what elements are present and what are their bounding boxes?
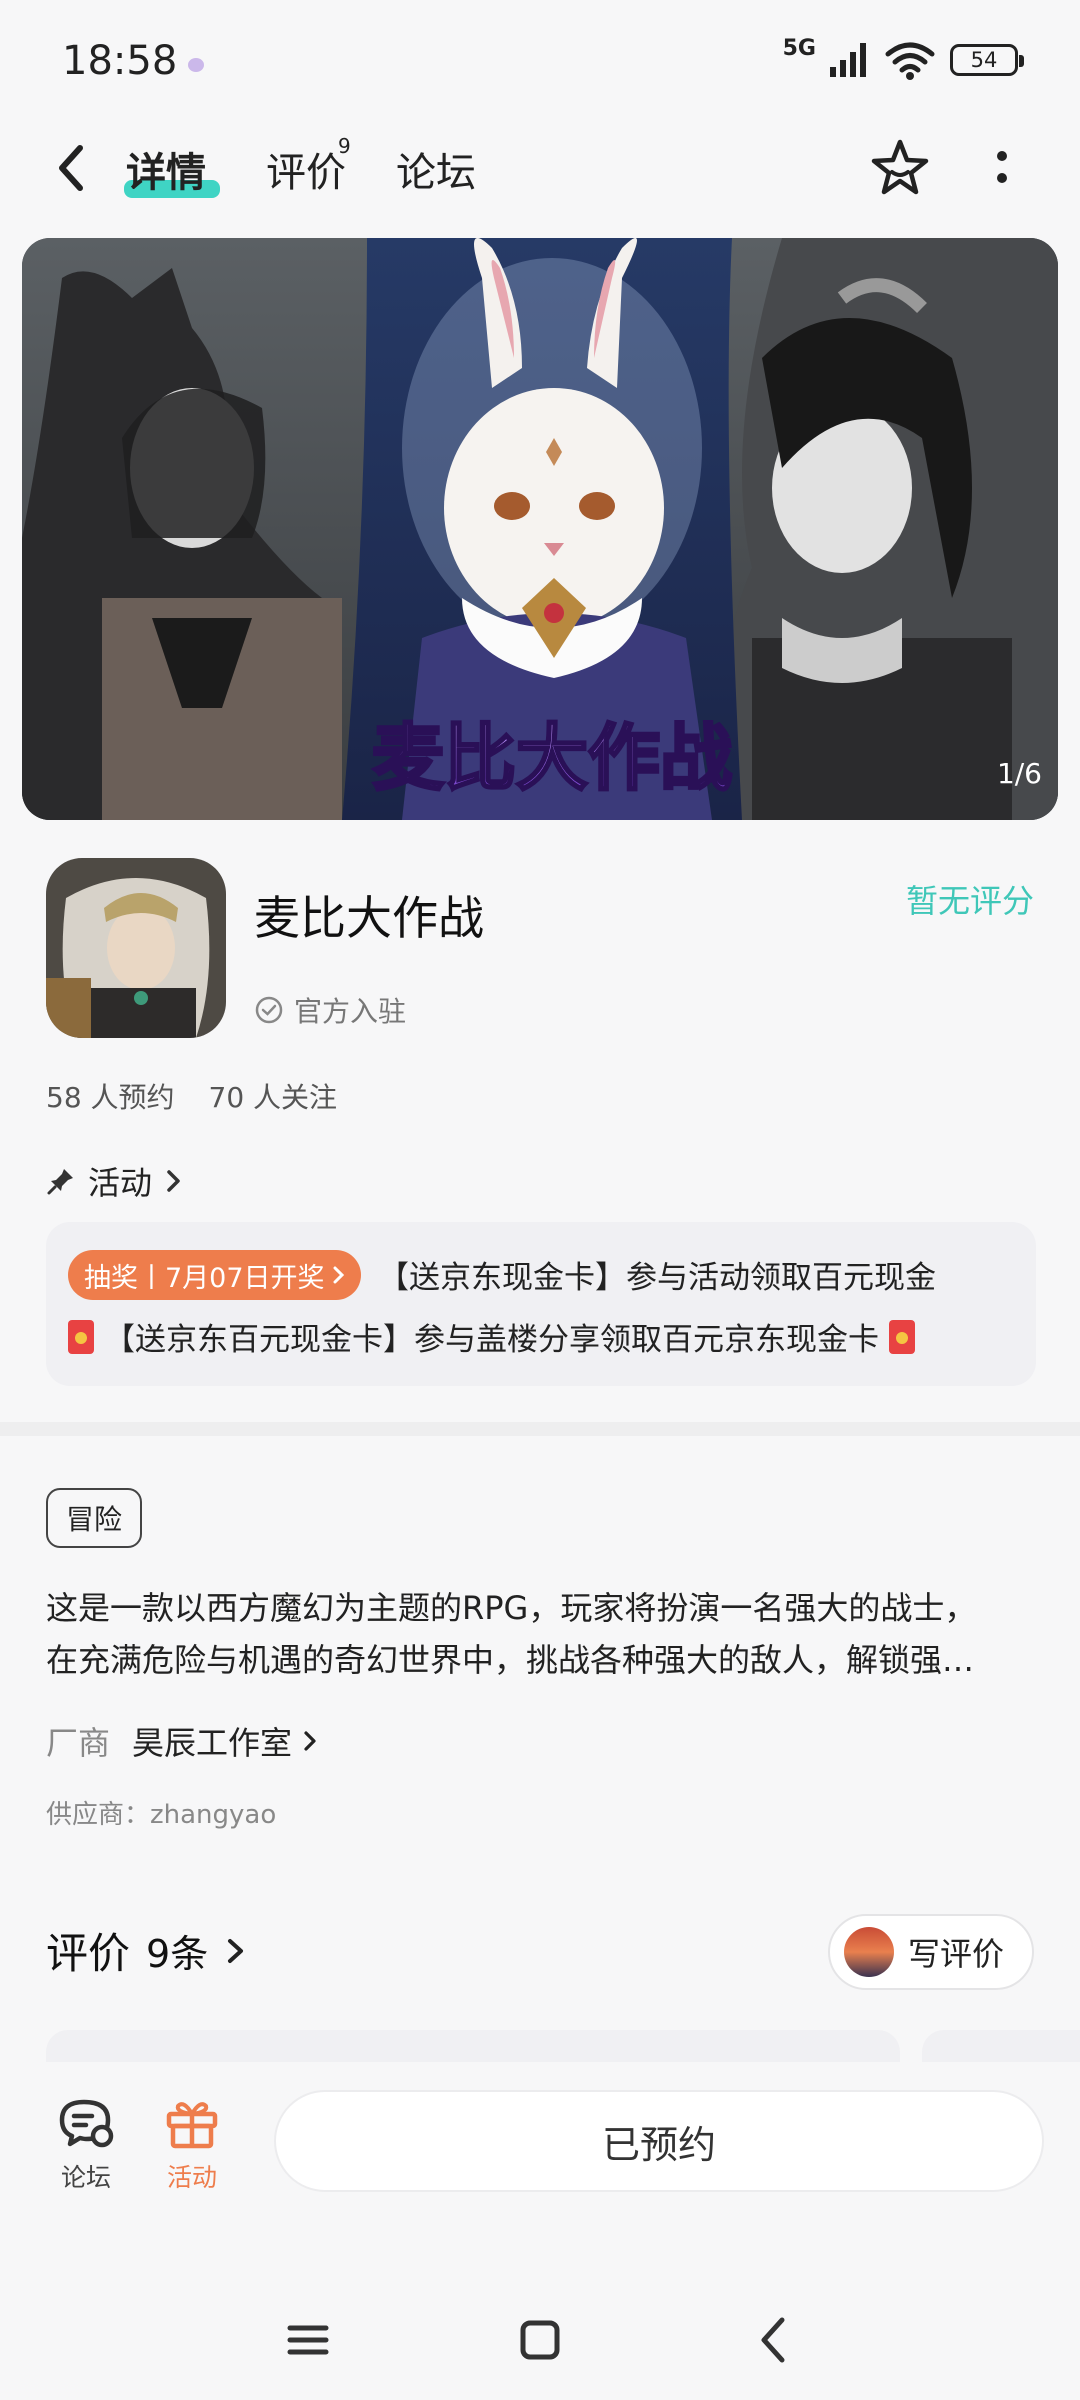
red-packet-icon bbox=[889, 1319, 915, 1354]
status-time: 18:58 bbox=[62, 38, 178, 84]
vendor-name-link[interactable]: 昊辰工作室 bbox=[132, 1718, 320, 1764]
back-arrow-icon[interactable] bbox=[44, 138, 104, 198]
rating-status: 暂无评分 bbox=[905, 882, 1034, 920]
vendor-label: 厂商 bbox=[46, 1724, 111, 1762]
official-badge: 官方入驻 bbox=[254, 990, 406, 1030]
battery-indicator: 54 bbox=[950, 44, 1024, 76]
description-line-1: 这是一款以西方魔幻为主题的RPG，玩家将扮演一名强大的战士， bbox=[46, 1589, 977, 1627]
activity-nav-label: 活动 bbox=[166, 2163, 217, 2192]
notification-dot-icon bbox=[188, 58, 204, 72]
tab-details[interactable]: 详情 bbox=[126, 140, 206, 198]
chevron-right-icon bbox=[304, 1731, 316, 1751]
signal-icon bbox=[830, 43, 866, 77]
chevron-right-icon bbox=[228, 1938, 244, 1963]
game-stats: 58 人预约 70 人关注 bbox=[46, 1076, 337, 1116]
game-app-icon bbox=[46, 858, 226, 1038]
banner-artwork: 麦比大作战 bbox=[22, 238, 1058, 820]
write-review-button[interactable]: 写评价 bbox=[827, 1914, 1034, 1990]
more-options-icon[interactable] bbox=[978, 140, 1026, 200]
activity-heading-label: 活动 bbox=[88, 1164, 153, 1202]
user-avatar bbox=[843, 1927, 894, 1977]
menu-nav-icon[interactable] bbox=[278, 2310, 338, 2370]
reservation-count: 58 人预约 bbox=[46, 1081, 175, 1114]
activity-line-1[interactable]: 【送京东现金卡】参与活动领取百元现金 bbox=[378, 1252, 936, 1297]
lottery-tag[interactable]: 抽奖丨7月07日开奖 bbox=[68, 1250, 361, 1300]
back-nav-icon[interactable] bbox=[744, 2310, 804, 2370]
section-divider bbox=[0, 1422, 1080, 1436]
check-circle-icon bbox=[255, 996, 283, 1024]
follower-count: 70 人关注 bbox=[208, 1081, 338, 1114]
home-nav-icon[interactable] bbox=[510, 2310, 570, 2370]
reviews-count: 9条 bbox=[146, 1932, 209, 1976]
banner-logo-text: 麦比大作战 bbox=[372, 716, 732, 800]
activity-card[interactable]: 抽奖丨7月07日开奖 【送京东现金卡】参与活动领取百元现金 【送京东百元现金卡】… bbox=[46, 1222, 1036, 1386]
forum-nav-button[interactable]: 论坛 bbox=[46, 2096, 126, 2194]
red-packet-icon bbox=[68, 1319, 94, 1354]
tab-reviews[interactable]: 评价 bbox=[266, 140, 346, 198]
wifi-icon bbox=[885, 42, 935, 80]
forum-chat-icon bbox=[59, 2099, 114, 2148]
pin-icon bbox=[47, 1169, 73, 1195]
banner-carousel[interactable]: 麦比大作战 1/6 bbox=[22, 238, 1058, 820]
favorite-star-icon[interactable] bbox=[868, 136, 932, 200]
gift-icon bbox=[166, 2102, 218, 2149]
game-title: 麦比大作战 bbox=[254, 891, 484, 945]
supplier-info: 供应商：zhangyao bbox=[46, 1800, 277, 1830]
tab-forum[interactable]: 论坛 bbox=[396, 140, 476, 198]
game-description[interactable]: 这是一款以西方魔幻为主题的RPG，玩家将扮演一名强大的战士， 在充满危险与机遇的… bbox=[46, 1582, 1036, 1686]
banner-page-indicator: 1/6 bbox=[996, 757, 1042, 790]
write-review-label: 写评价 bbox=[907, 1935, 1004, 1973]
chevron-right-icon bbox=[167, 1170, 180, 1192]
status-icons: 5G 54 bbox=[783, 36, 1024, 80]
reserved-button[interactable]: 已预约 bbox=[274, 2090, 1044, 2192]
network-type: 5G bbox=[782, 35, 816, 61]
activity-heading[interactable]: 活动 bbox=[46, 1158, 184, 1204]
reviews-title: 评价 bbox=[46, 1929, 131, 1978]
vendor-row[interactable]: 厂商 昊辰工作室 bbox=[46, 1718, 320, 1764]
activity-nav-button[interactable]: 活动 bbox=[152, 2096, 232, 2194]
forum-nav-label: 论坛 bbox=[60, 2163, 111, 2192]
genre-tag[interactable]: 冒险 bbox=[46, 1488, 143, 1548]
vendor-name: 昊辰工作室 bbox=[132, 1724, 293, 1762]
chevron-right-icon bbox=[333, 1266, 344, 1284]
reviews-tab-badge: 9 bbox=[338, 134, 351, 158]
activity-line-2[interactable]: 【送京东百元现金卡】参与盖楼分享领取百元京东现金卡 bbox=[68, 1314, 915, 1359]
official-label: 官方入驻 bbox=[294, 995, 407, 1028]
activity-line-2-text: 【送京东百元现金卡】参与盖楼分享领取百元京东现金卡 bbox=[104, 1322, 879, 1358]
lottery-tag-label: 抽奖丨7月07日开奖 bbox=[84, 1262, 325, 1294]
reviews-heading[interactable]: 评价 9条 bbox=[46, 1920, 248, 1981]
description-line-2: 在充满危险与机遇的奇幻世界中，挑战各种强大的敌人，解锁强… bbox=[46, 1641, 975, 1679]
